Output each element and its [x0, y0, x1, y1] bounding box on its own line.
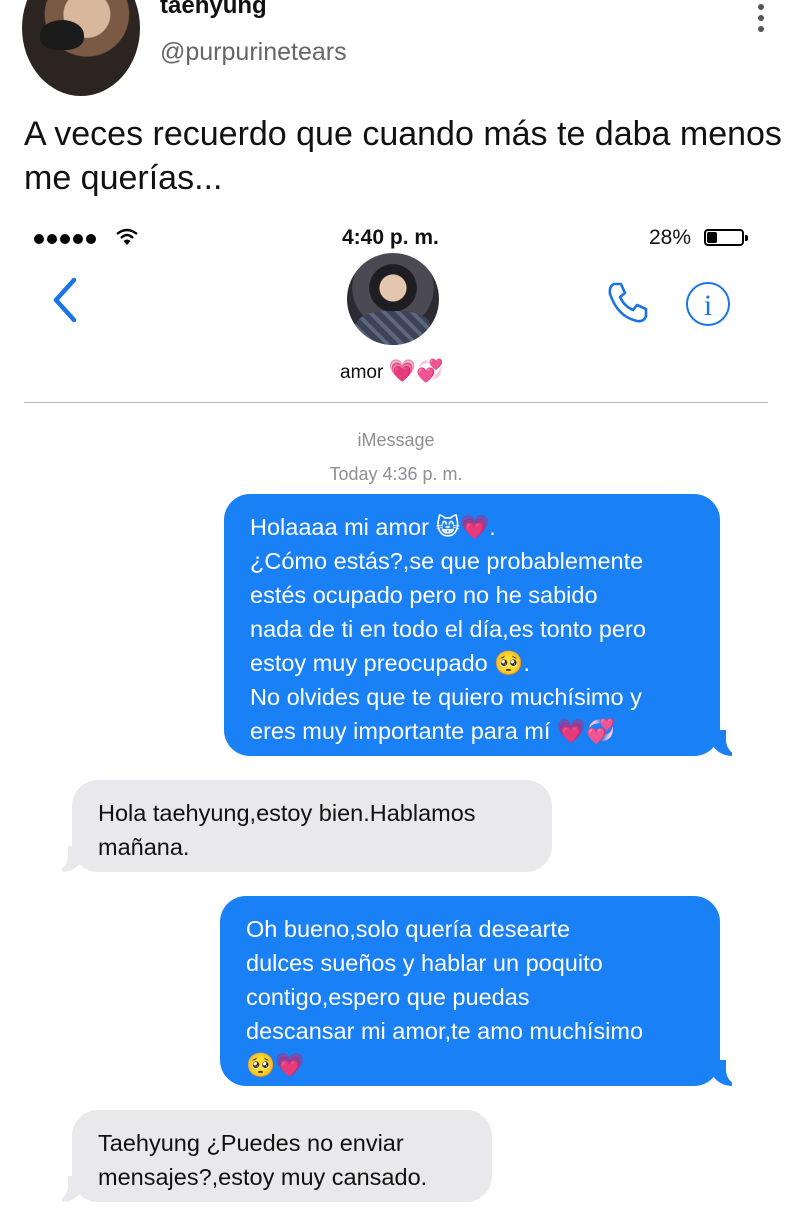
tweet-text: A veces recuerdo que cuando más te daba …: [24, 115, 782, 197]
message-line: mensajes?,estoy muy cansado.: [98, 1164, 428, 1190]
wifi-icon: [116, 228, 138, 245]
message-line: No olvides que te quiero muchísimo y: [250, 684, 642, 710]
message-outgoing[interactable]: Oh bueno,solo quería desearte dulces sue…: [220, 896, 720, 1086]
tweet-avatar[interactable]: [22, 0, 140, 96]
message-line: 🥺💗: [246, 1052, 305, 1078]
message-line: estoy muy preocupado 🥺.: [250, 650, 531, 676]
message-incoming[interactable]: Taehyung ¿Puedes no enviar mensajes?,est…: [72, 1110, 492, 1202]
message-outgoing[interactable]: Holaaaa mi amor 😸💗. ¿Cómo estás?,se que …: [224, 494, 720, 756]
tweet-author-handle[interactable]: @purpurinetears: [160, 38, 347, 67]
contact-name[interactable]: amor 💗💞: [340, 358, 443, 384]
back-chevron-icon[interactable]: [50, 276, 80, 324]
bubble-tail: [50, 846, 84, 872]
message-line: dulces sueños y hablar un poquito: [246, 950, 603, 976]
status-time: 4:40 p. m.: [342, 226, 439, 249]
bubble-tail: [50, 1176, 84, 1202]
message-line: contigo,espero que puedas: [246, 984, 530, 1010]
message-line: Holaaaa mi amor 😸💗.: [250, 514, 496, 540]
contact-name-text: amor: [340, 362, 384, 383]
header-divider: [24, 402, 768, 403]
message-line: ¿Cómo estás?,se que probablemente: [250, 548, 644, 574]
signal-strength-icon: [34, 234, 96, 244]
service-label: iMessage: [357, 430, 435, 450]
thread-timestamp: Today 4:36 p. m.: [329, 464, 463, 484]
message-line: descansar mi amor,te amo muchísimo: [246, 1018, 644, 1044]
tweet-image[interactable]: 4:40 p. m. 28% amor 💗💞 i iMessage Today …: [24, 218, 790, 1208]
tweet-author-name[interactable]: taehyung: [160, 0, 267, 20]
contact-avatar[interactable]: [347, 253, 439, 345]
message-line: mañana.: [98, 834, 190, 860]
message-line: nada de ti en todo el día,es tonto pero: [250, 616, 646, 642]
contact-name-emoji: 💗💞: [388, 358, 444, 383]
battery-icon: [704, 229, 748, 246]
message-line: estés ocupado pero no he sabido: [250, 582, 598, 608]
bubble-tail: [710, 1060, 744, 1086]
message-line: Taehyung ¿Puedes no enviar: [98, 1130, 404, 1156]
message-line: eres muy importante para mí 💗💞: [250, 718, 616, 744]
info-icon[interactable]: i: [686, 282, 730, 326]
message-incoming[interactable]: Hola taehyung,estoy bien.Hablamos mañana…: [72, 780, 552, 872]
message-line: Oh bueno,solo quería desearte: [246, 916, 571, 942]
bubble-tail: [710, 730, 744, 756]
more-vertical-icon[interactable]: [754, 4, 768, 34]
message-line: Hola taehyung,estoy bien.Hablamos: [98, 800, 476, 826]
battery-percent: 28%: [649, 226, 692, 249]
phone-icon[interactable]: [604, 278, 652, 326]
